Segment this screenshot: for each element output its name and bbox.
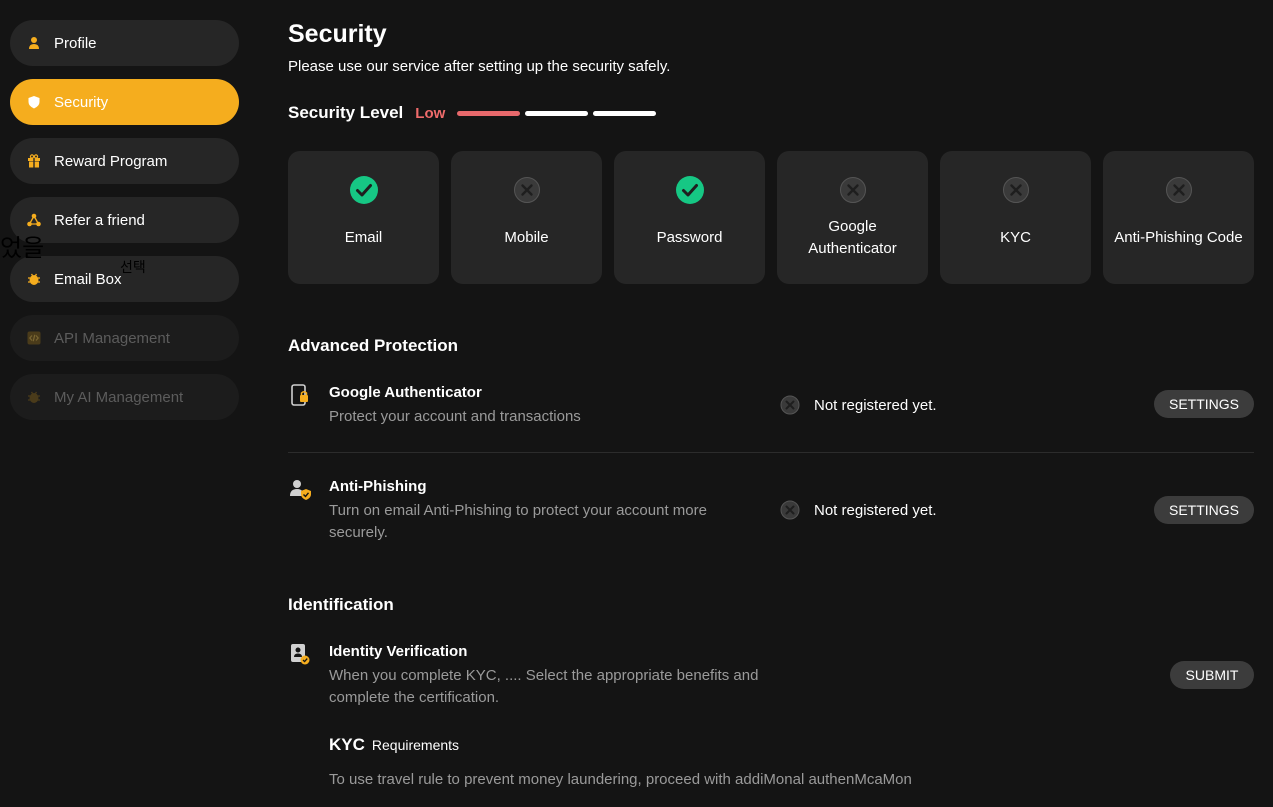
bug-icon	[27, 272, 41, 286]
gift-icon	[27, 154, 41, 168]
status-not-registered: Not registered yet.	[780, 395, 937, 415]
id-card-icon	[288, 643, 312, 667]
advanced-item-anti-phishing: Anti-Phishing Turn on email Anti-Phishin…	[288, 478, 1254, 548]
section-title-advanced-protection: Advanced Protection	[288, 336, 459, 355]
divider	[288, 452, 1254, 453]
overlay-text: 었을	[0, 234, 45, 262]
check-circle-icon	[675, 175, 705, 205]
kyc-note: To use travel rule to prevent money laun…	[329, 771, 912, 788]
security-level-value: Low	[415, 104, 446, 122]
sidebar-item-refer-a-friend[interactable]: Refer a friend	[10, 197, 239, 243]
status-text: Not registered yet.	[814, 501, 937, 519]
code-icon	[27, 331, 41, 345]
sidebar-item-security[interactable]: Security	[10, 79, 239, 125]
sidebar-item-label: Refer a friend	[54, 211, 145, 229]
sidebar-item-label: Security	[54, 93, 109, 111]
card-mobile[interactable]: Mobile	[451, 151, 602, 284]
sidebar-item-label: Profile	[54, 34, 97, 52]
page-subtitle: Please use our service after setting up …	[288, 58, 671, 75]
card-label: Anti-Phishing Code	[1114, 229, 1243, 246]
security-level: Security Level Low	[288, 103, 661, 123]
x-circle-icon	[780, 500, 800, 520]
x-circle-icon	[838, 175, 868, 205]
sidebar-item-profile[interactable]: Profile	[10, 20, 239, 66]
card-kyc[interactable]: KYC	[940, 151, 1091, 284]
check-circle-icon	[349, 175, 379, 205]
requirements-label: Requirements	[371, 737, 460, 753]
sidebar-item-label: API Management	[54, 329, 170, 347]
person-icon	[27, 36, 41, 50]
overlay-text: 선택	[120, 260, 146, 276]
kyc-label: KYC	[329, 735, 365, 754]
status-not-registered: Not registered yet.	[780, 500, 937, 520]
card-anti-phishing-code[interactable]: Anti-Phishing Code	[1103, 151, 1254, 284]
card-label: Password	[656, 229, 723, 246]
level-segment	[593, 110, 657, 116]
section-title-identification: Identification	[288, 595, 394, 614]
security-level-bar	[457, 110, 661, 116]
item-description: Protect your account and transactions	[329, 408, 581, 425]
bug-icon	[27, 390, 41, 404]
sidebar-item-label: Email Box	[54, 270, 122, 288]
card-google-authenticator[interactable]: Google Authenticator	[777, 151, 928, 284]
item-title: Identity Verification	[329, 643, 468, 660]
card-label: Mobile	[504, 229, 549, 246]
level-segment	[525, 110, 589, 116]
identification-item: Identity Verification When you complete …	[288, 643, 1254, 713]
settings-button[interactable]: SETTINGS	[1154, 390, 1254, 418]
x-circle-icon	[1001, 175, 1031, 205]
x-circle-icon	[512, 175, 542, 205]
phone-lock-icon	[288, 384, 312, 408]
level-segment	[457, 110, 521, 116]
page-title: Security	[288, 20, 387, 48]
sidebar-item-label: Reward Program	[54, 152, 168, 170]
item-description: When you complete KYC, .... Select the a…	[329, 667, 759, 706]
advanced-item-google-authenticator: Google Authenticator Protect your accoun…	[288, 384, 1254, 434]
submit-button[interactable]: SUBMIT	[1170, 661, 1254, 689]
sidebar-item-api-management[interactable]: API Management	[10, 315, 239, 361]
card-label: KYC	[1000, 229, 1031, 246]
settings-button[interactable]: SETTINGS	[1154, 496, 1254, 524]
security-cards: Email Mobile Password Google Authenticat…	[288, 151, 1254, 284]
status-text: Not registered yet.	[814, 396, 937, 414]
share-icon	[27, 213, 41, 227]
sidebar-item-label: My AI Management	[54, 388, 184, 406]
item-description: Turn on email Anti-Phishing to protect y…	[329, 502, 707, 541]
item-title: Anti-Phishing	[329, 478, 427, 495]
sidebar-item-my-ai-management[interactable]: My AI Management	[10, 374, 239, 420]
sidebar: Profile Security Reward Program Refer a …	[10, 20, 239, 433]
x-circle-icon	[780, 395, 800, 415]
card-label: Email	[344, 229, 383, 246]
security-level-label: Security Level	[288, 103, 404, 122]
card-password[interactable]: Password	[614, 151, 765, 284]
user-shield-icon	[288, 478, 312, 502]
item-title: Google Authenticator	[329, 384, 482, 401]
shield-icon	[27, 95, 41, 109]
kyc-requirements-heading: KYC Requirements	[329, 735, 459, 755]
x-circle-icon	[1164, 175, 1194, 205]
sidebar-item-reward-program[interactable]: Reward Program	[10, 138, 239, 184]
card-label: Google Authenticator	[808, 218, 897, 257]
card-email[interactable]: Email	[288, 151, 439, 284]
